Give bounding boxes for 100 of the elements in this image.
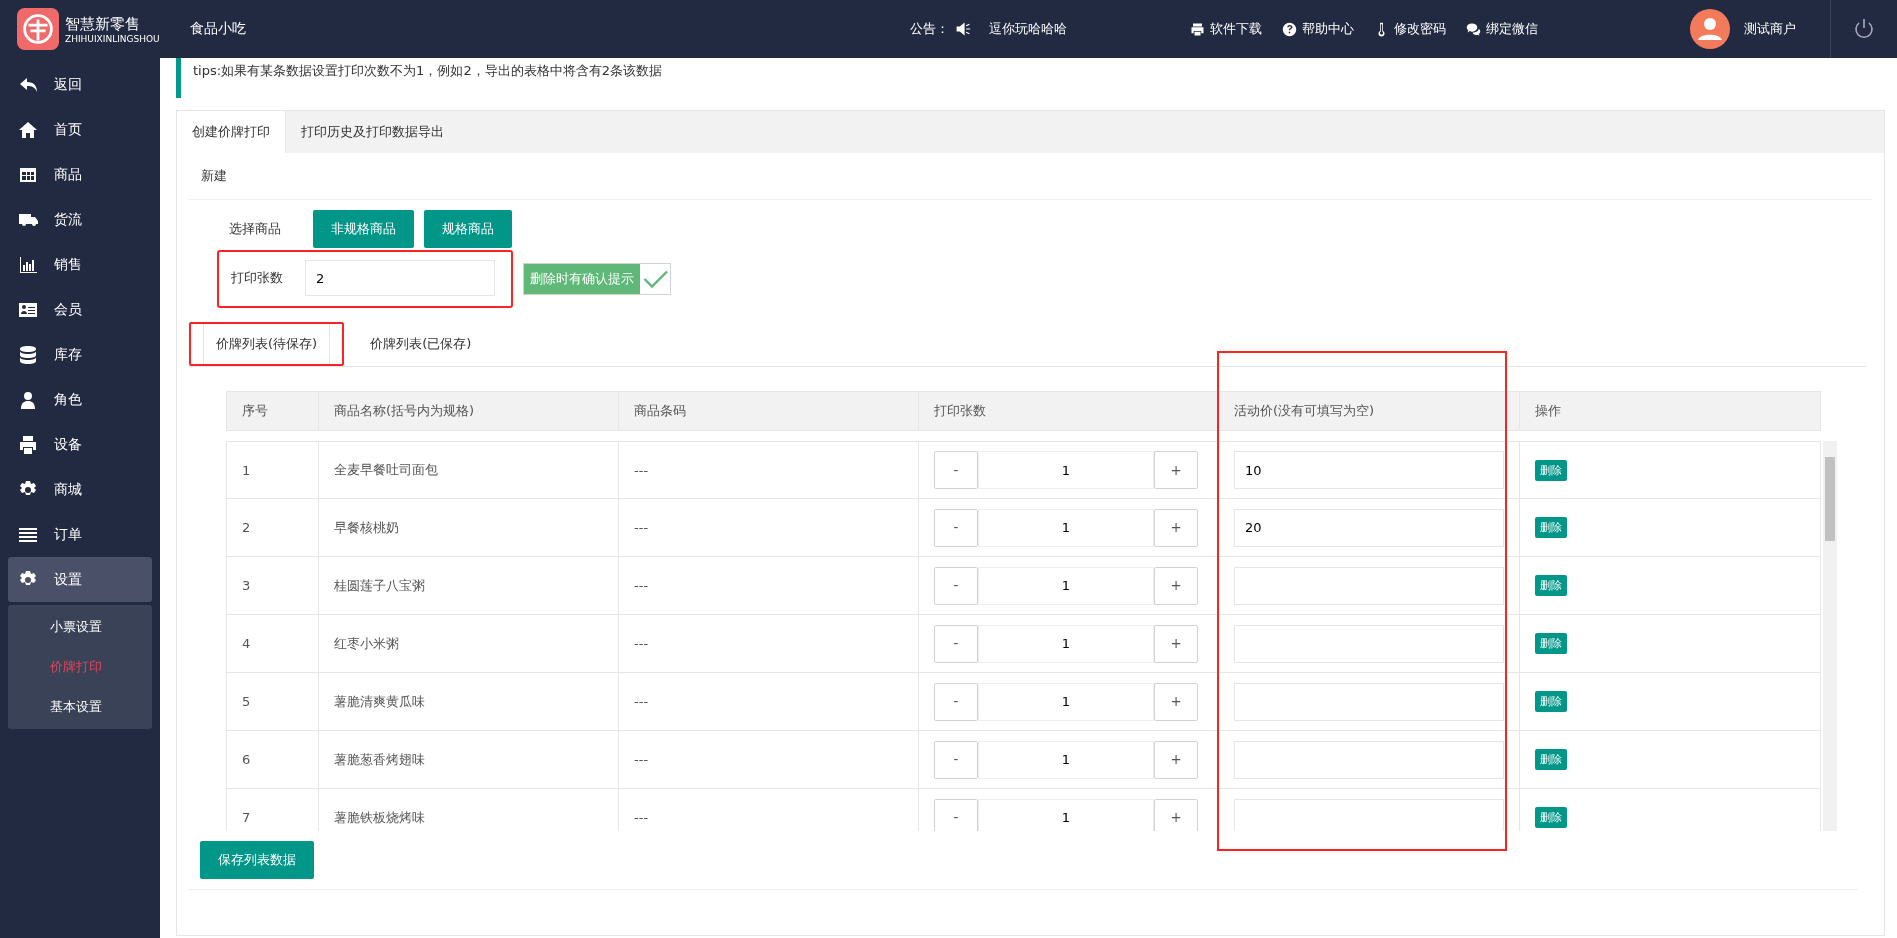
table-cell-text: 7 (241, 809, 252, 827)
plus-button[interactable]: + (1154, 566, 1198, 605)
minus-button[interactable]: - (934, 566, 978, 605)
avatar-icon (1690, 9, 1730, 49)
delete-button[interactable]: 删除 (1535, 633, 1567, 654)
table-cell: --- (618, 789, 918, 831)
quantity-field[interactable]: 1 (978, 682, 1154, 721)
price-field[interactable] (1234, 682, 1504, 721)
tab[interactable]: 创建价牌打印 (177, 111, 286, 153)
nav-item[interactable]: 商城 (8, 467, 152, 512)
plus-button[interactable]: + (1154, 682, 1198, 721)
scrollbar[interactable] (1823, 441, 1837, 831)
minus-button[interactable]: - (934, 451, 978, 489)
print-count-field[interactable]: 2 (305, 260, 495, 296)
nav-item[interactable]: 库存 (8, 332, 152, 377)
nav-item[interactable]: 角色 (8, 377, 152, 422)
table-cell: --- (618, 442, 918, 498)
plus-button[interactable]: + (1154, 508, 1198, 547)
table-cell: 薯脆葱香烤翅味 (318, 731, 618, 788)
top-link[interactable]: 软件下载 (1190, 20, 1262, 38)
delete-button[interactable]: 删除 (1535, 575, 1567, 596)
section-title: 新建 (189, 153, 1872, 200)
price-field[interactable]: 10 (1234, 451, 1504, 489)
table-cell: 桂圆莲子八宝粥 (318, 557, 618, 614)
delete-button[interactable]: 删除 (1535, 691, 1567, 712)
price-field[interactable] (1234, 798, 1504, 831)
submenu-item[interactable]: 小票设置 (8, 607, 152, 647)
shop-name: 食品小吃 (190, 20, 247, 38)
minus-button[interactable]: - (934, 740, 978, 779)
table-cell-text: 6 (241, 751, 252, 769)
table-cell: 薯脆清爽黄瓜味 (318, 673, 618, 730)
price-field[interactable]: 20 (1234, 508, 1504, 547)
table-cell: 全麦早餐吐司面包 (318, 442, 618, 498)
table-cell: --- (618, 673, 918, 730)
power-icon[interactable] (1852, 17, 1876, 41)
table-cell: --- (618, 557, 918, 614)
list-tab[interactable]: 价牌列表(已保存) (358, 324, 484, 364)
nav-item[interactable]: 商品 (8, 152, 152, 197)
plus-button[interactable]: + (1154, 451, 1198, 489)
table-cell-text: 4 (241, 635, 252, 653)
price-field[interactable] (1234, 566, 1504, 605)
column-header: 商品名称(括号内为规格) (318, 392, 618, 430)
minus-button[interactable]: - (934, 508, 978, 547)
column-header: 序号 (241, 402, 269, 420)
delete-button[interactable]: 删除 (1535, 749, 1567, 770)
table-cell-text: 5 (241, 693, 252, 711)
table-cell-text: 2 (241, 519, 252, 537)
user-icon (18, 389, 38, 410)
top-link[interactable]: 修改密码 (1374, 20, 1446, 38)
printer-icon (18, 434, 38, 455)
notice-text: 逗你玩哈哈哈 (989, 20, 1067, 38)
plus-button[interactable]: + (1154, 798, 1198, 831)
goods-button[interactable]: 规格商品 (424, 210, 512, 248)
nav-item[interactable]: 销售 (8, 242, 152, 287)
quantity-field[interactable]: 1 (978, 740, 1154, 779)
logo-icon (17, 8, 59, 50)
minus-button[interactable]: - (934, 682, 978, 721)
delete-button[interactable]: 删除 (1535, 517, 1567, 538)
quantity-field[interactable]: 1 (978, 451, 1154, 489)
save-button[interactable]: 保存列表数据 (200, 841, 314, 879)
field-label: 选择商品 (229, 220, 282, 238)
table-cell: --- (618, 499, 918, 556)
nav-item[interactable]: 首页 (8, 107, 152, 152)
chart-icon (18, 254, 38, 275)
minus-button[interactable]: - (934, 798, 978, 831)
logo-title: 智慧新零售 (65, 14, 141, 34)
top-link[interactable]: 帮助中心 (1282, 20, 1354, 38)
logo-subtitle: ZHIHUIXINLINGSHOU (65, 33, 160, 44)
nav-item[interactable]: 设备 (8, 422, 152, 467)
speaker-icon (955, 21, 971, 37)
table-cell: 薯脆铁板烧烤味 (318, 789, 618, 831)
nav-item[interactable]: 货流 (8, 197, 152, 242)
minus-button[interactable]: - (934, 624, 978, 663)
plus-button[interactable]: + (1154, 740, 1198, 779)
quantity-field[interactable]: 1 (978, 508, 1154, 547)
nav-item[interactable]: 设置 (8, 557, 152, 602)
list-tab[interactable]: 价牌列表(待保存) (203, 324, 331, 364)
quantity-field[interactable]: 1 (978, 624, 1154, 663)
nav-item[interactable]: 会员 (8, 287, 152, 332)
delete-button[interactable]: 删除 (1535, 459, 1567, 481)
table-cell: 早餐核桃奶 (318, 499, 618, 556)
table-cell: 红枣小米粥 (318, 615, 618, 672)
home-icon (18, 119, 38, 140)
submenu-item[interactable]: 基本设置 (8, 687, 152, 727)
quantity-field[interactable]: 1 (978, 566, 1154, 605)
top-link[interactable]: 绑定微信 (1466, 20, 1538, 38)
price-field[interactable] (1234, 624, 1504, 663)
quantity-field[interactable]: 1 (978, 798, 1154, 831)
tab[interactable]: 打印历史及打印数据导出 (286, 111, 459, 153)
goods-button[interactable]: 非规格商品 (313, 210, 414, 248)
table-cell-text: 1 (241, 461, 252, 480)
price-field[interactable] (1234, 740, 1504, 779)
delete-button[interactable]: 删除 (1535, 807, 1567, 828)
nav-item[interactable]: 订单 (8, 512, 152, 557)
plus-button[interactable]: + (1154, 624, 1198, 663)
table-cell-text: 3 (241, 577, 252, 595)
field-label: 打印张数 (231, 269, 284, 287)
notice-label: 公告： (910, 20, 949, 38)
nav-item[interactable]: 返回 (8, 62, 152, 107)
column-header: 操作 (1519, 392, 1821, 430)
